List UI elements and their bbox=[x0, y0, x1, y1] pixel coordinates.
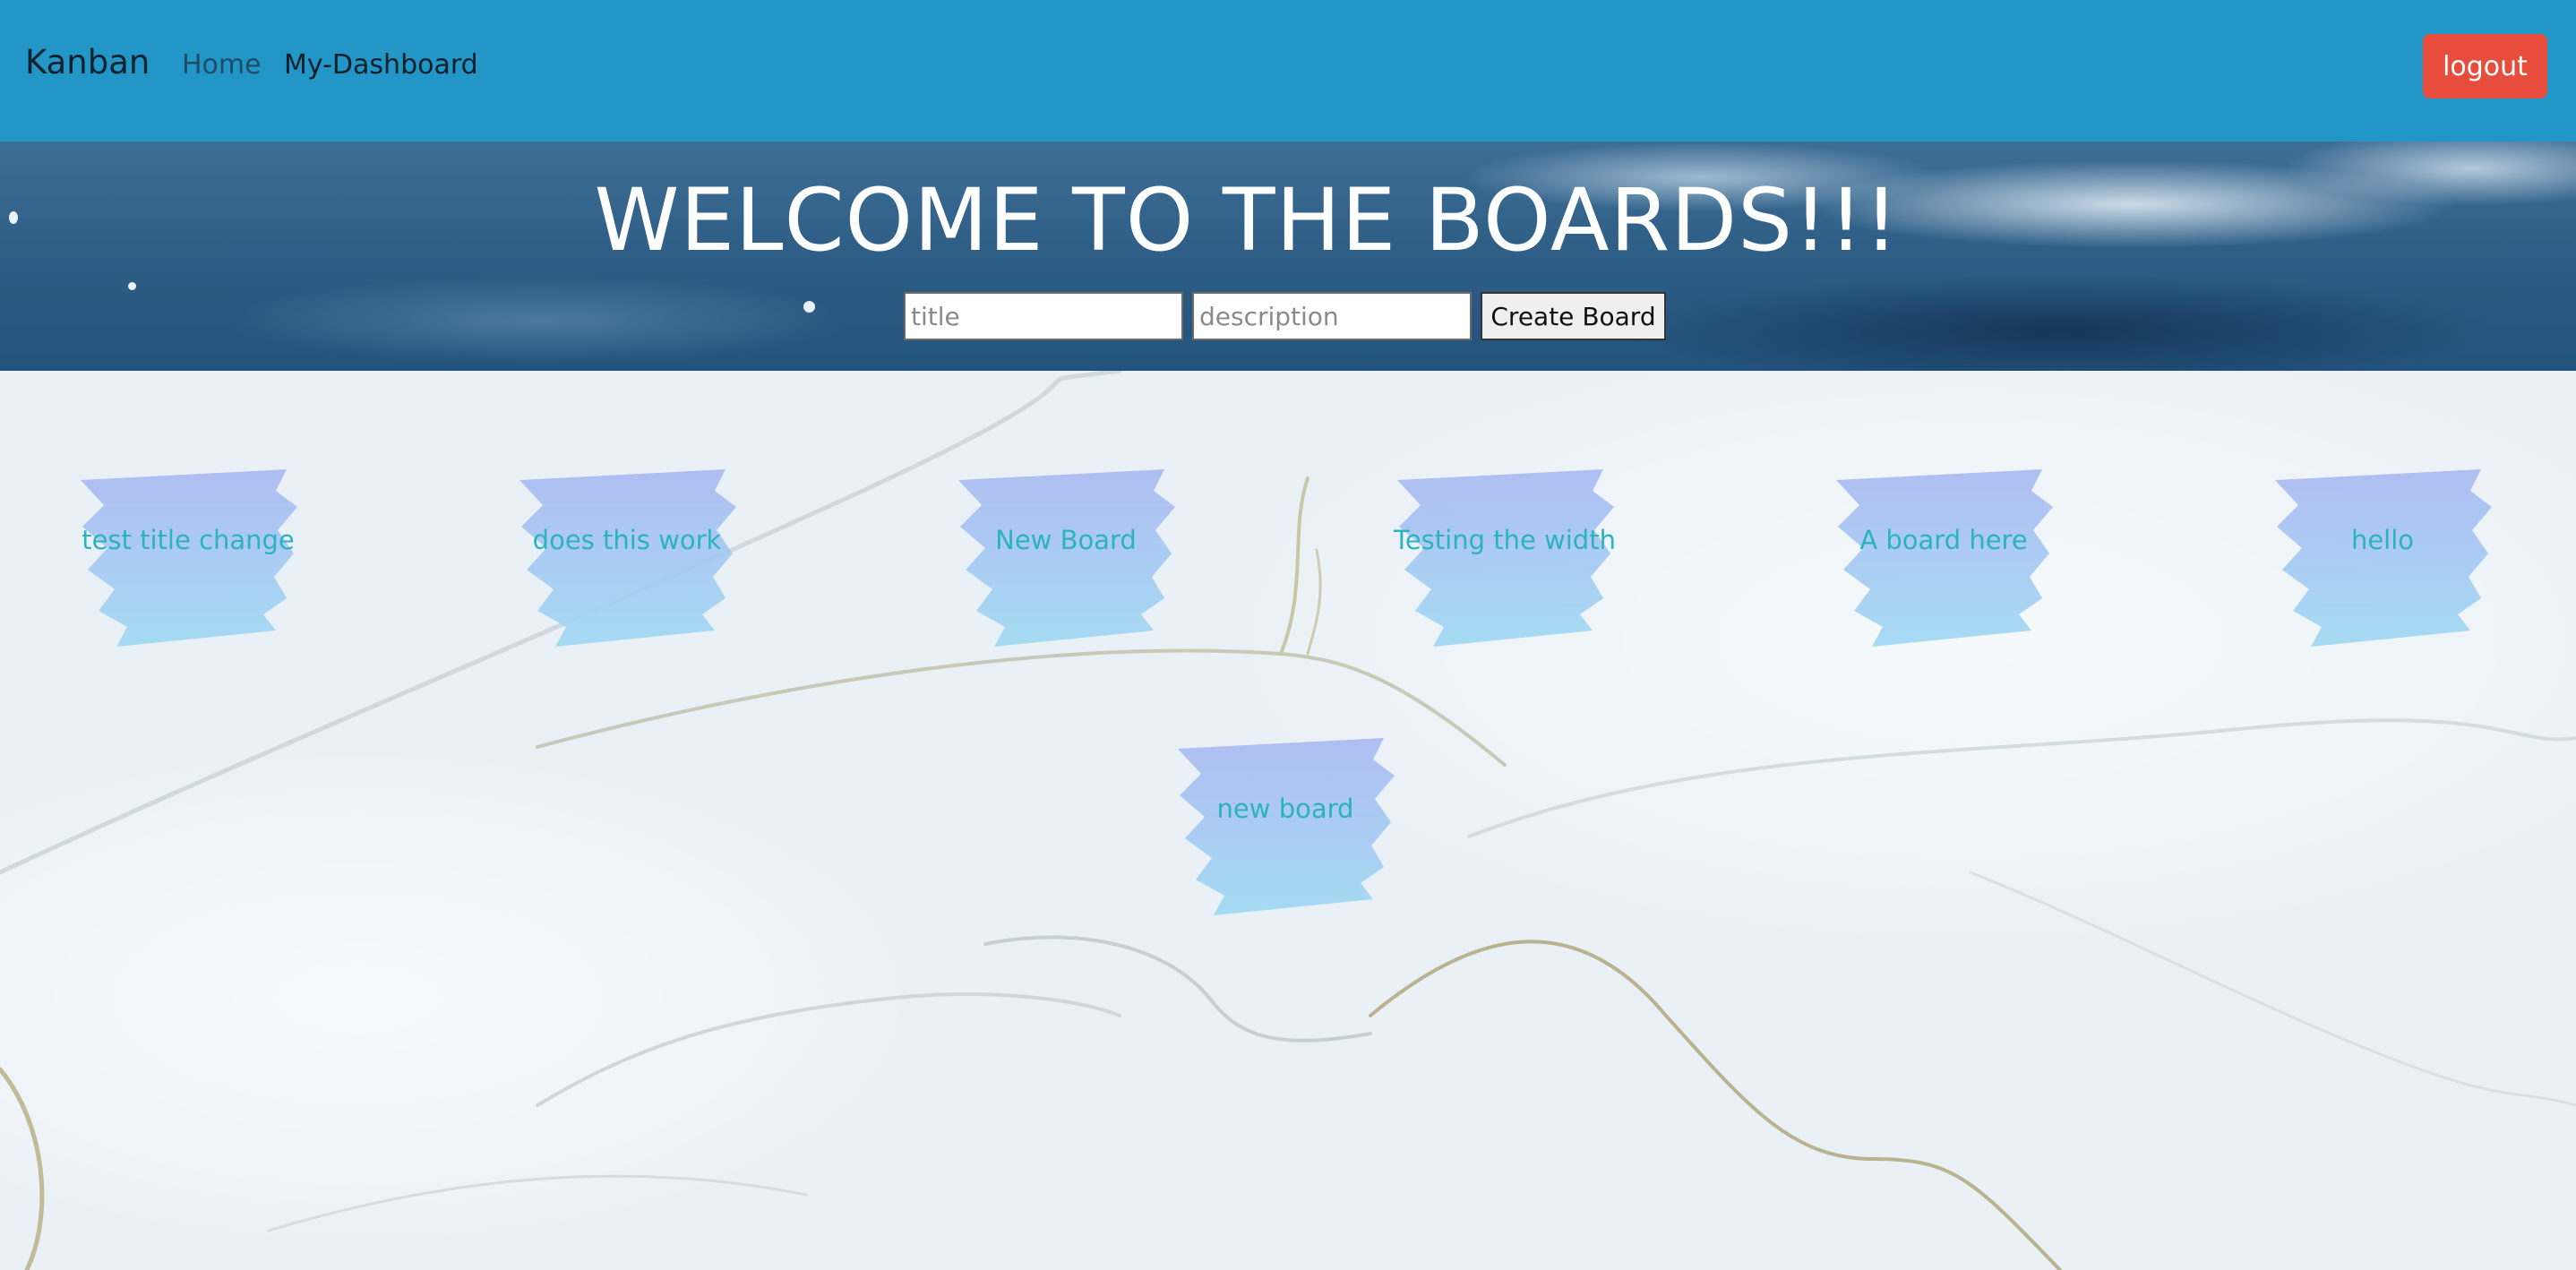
boards-area: test title change does this work New Boa… bbox=[0, 371, 2576, 1270]
board-card[interactable]: Testing the width bbox=[1379, 464, 1630, 652]
page-title: WELCOME TO THE BOARDS!!! bbox=[0, 170, 2576, 270]
board-title: A board here bbox=[1859, 525, 2028, 555]
board-title: New Board bbox=[995, 525, 1137, 555]
board-title: does this work bbox=[532, 525, 722, 555]
board-card[interactable]: new board bbox=[1160, 733, 1411, 921]
hero-paint-fleck bbox=[128, 282, 136, 290]
logout-button[interactable]: logout bbox=[2423, 34, 2547, 99]
board-title: Testing the width bbox=[1394, 525, 1616, 555]
brand-logo[interactable]: Kanban bbox=[25, 43, 150, 82]
navbar: Kanban Home My-Dashboard logout bbox=[0, 0, 2576, 142]
board-title: test title change bbox=[82, 525, 295, 555]
board-card[interactable]: A board here bbox=[1818, 464, 2069, 652]
board-card[interactable]: test title change bbox=[63, 464, 313, 652]
nav-link-my-dashboard[interactable]: My-Dashboard bbox=[284, 49, 478, 81]
board-card[interactable]: hello bbox=[2257, 464, 2508, 652]
hero-banner: WELCOME TO THE BOARDS!!! Create Board bbox=[0, 142, 2576, 371]
page-title-text: WELCOME TO THE BOARDS!!! bbox=[594, 170, 1900, 270]
create-board-button[interactable]: Create Board bbox=[1481, 292, 1666, 340]
hero-paint-fleck bbox=[803, 301, 815, 313]
nav-link-home[interactable]: Home bbox=[182, 49, 262, 81]
board-title: hello bbox=[2350, 525, 2415, 555]
board-title-input[interactable] bbox=[904, 292, 1183, 340]
board-card[interactable]: does this work bbox=[502, 464, 752, 652]
board-title: new board bbox=[1216, 794, 1354, 824]
board-card[interactable]: New Board bbox=[940, 464, 1191, 652]
board-description-input[interactable] bbox=[1192, 292, 1472, 340]
